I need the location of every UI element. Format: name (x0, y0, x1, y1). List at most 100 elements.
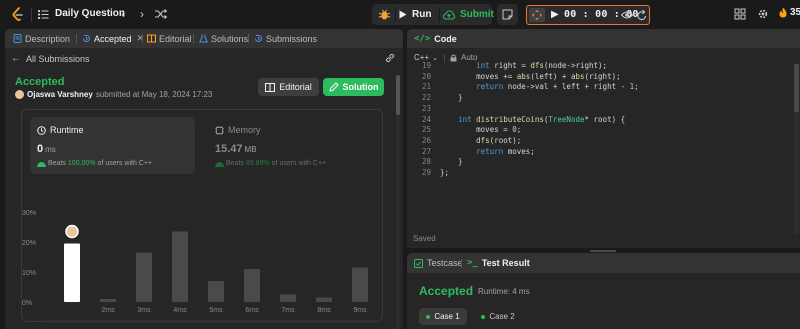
chart-bar[interactable] (316, 297, 332, 303)
run-label: Run (412, 9, 432, 20)
cloud-upload-icon (443, 9, 455, 19)
debug-icon[interactable] (378, 8, 391, 21)
performance-stats: Runtime 0 ms Beats 100.00% of users with … (21, 109, 384, 323)
scrollbar-thumb[interactable] (396, 75, 400, 115)
runtime-distribution-chart[interactable]: 0% 10% 20% 30% 2ms 3ms 4ms 5ms 6ms 7ms 8ms 9ms (22, 110, 384, 323)
testcase-label: Testcase (427, 258, 463, 268)
terminal-icon: >_ (467, 258, 478, 268)
run-button[interactable]: Run (399, 4, 431, 25)
result-status: Accepted (419, 284, 474, 298)
chart-bar[interactable] (136, 252, 152, 303)
chart-bar[interactable] (208, 281, 224, 302)
line-number: 25 (421, 125, 431, 135)
y-tick-label: 10% (22, 270, 36, 277)
solution-button[interactable]: Solution (323, 78, 384, 96)
code-line[interactable]: 27 return moves; (407, 147, 787, 158)
link-icon[interactable] (385, 53, 395, 63)
line-number: 28 (421, 157, 431, 167)
code-line[interactable]: 23 (407, 104, 787, 115)
editor-scrollbar[interactable] (794, 64, 799, 234)
editorial-label: Editorial (279, 82, 312, 92)
tab-editorial[interactable]: Editorial (147, 29, 192, 48)
tab-description[interactable]: Description (13, 29, 70, 48)
username[interactable]: Ojaswa Varshney (27, 90, 93, 99)
chart-bar[interactable] (280, 294, 296, 303)
layout-grid-icon[interactable] (734, 8, 746, 20)
submission-panel: Description Accepted ✕ Editorial Solutio… (5, 29, 403, 329)
chart-bar[interactable] (64, 243, 80, 303)
eye-icon[interactable] (621, 10, 633, 20)
divider (439, 7, 440, 22)
case-2-button[interactable]: Case 2 (474, 308, 522, 325)
tab-testcase[interactable]: Testcase (414, 253, 463, 273)
code-line[interactable]: 29}; (407, 168, 787, 179)
x-tick-label: 3ms (137, 307, 151, 314)
tab-submissions[interactable]: Submissions (254, 29, 317, 48)
code-line[interactable]: 22 } (407, 93, 787, 104)
scrollbar-thumb[interactable] (794, 64, 799, 112)
code-tab-bar: </> Code (407, 29, 800, 48)
tab-label: Editorial (159, 33, 192, 44)
resize-handle[interactable] (590, 250, 616, 252)
leetcode-logo-icon[interactable] (11, 7, 25, 22)
code-line[interactable]: 25 moves = 0; (407, 125, 787, 136)
pass-dot-icon (426, 314, 431, 319)
code-line[interactable]: 21 return node->val + left + right - 1; (407, 82, 787, 93)
submitter-info: Ojaswa Varshney submitted at May 18, 202… (15, 90, 212, 99)
streak-counter[interactable]: 35 (779, 7, 800, 18)
back-to-submissions[interactable]: ← All Submissions (11, 53, 90, 64)
play-icon (399, 10, 407, 19)
avatar[interactable] (15, 90, 24, 99)
y-tick-label: 30% (22, 210, 36, 217)
save-status: Saved (413, 234, 436, 243)
edit-icon (328, 82, 339, 92)
tab-accepted[interactable]: Accepted ✕ (82, 29, 144, 48)
test-result-label: Test Result (481, 258, 530, 268)
range-selector (46, 320, 378, 323)
code-line[interactable]: 20 moves += abs(left) + abs(right); (407, 72, 787, 83)
tab-test-result[interactable]: >_ Test Result (467, 253, 530, 273)
code-line[interactable]: 26 dfs(root); (407, 136, 787, 147)
next-question-icon[interactable]: › (136, 8, 148, 20)
chart-bar[interactable] (172, 231, 188, 303)
fire-icon (779, 7, 787, 18)
tab-label: Solutions (211, 33, 249, 44)
line-number: 23 (421, 103, 431, 113)
timer-play-icon[interactable]: ▶ (551, 9, 561, 21)
code-line[interactable]: 19 int right = dfs(node->right); (407, 61, 787, 72)
case-label: Case 2 (489, 312, 515, 321)
x-tick-label: 6ms (245, 307, 259, 314)
code-line[interactable]: 24 int distributeCoins(TreeNode* root) { (407, 115, 787, 126)
page-title[interactable]: Daily Question (55, 8, 125, 19)
chart-bar[interactable] (100, 299, 116, 302)
case-1-button[interactable]: Case 1 (419, 308, 467, 325)
shuffle-icon[interactable] (155, 9, 167, 19)
gear-icon[interactable] (757, 8, 769, 20)
reset-icon[interactable] (637, 9, 647, 21)
tab-solutions[interactable]: Solutions (199, 29, 248, 48)
chart-bar[interactable] (244, 269, 260, 302)
line-number: 24 (421, 114, 431, 124)
tab-code[interactable]: </> Code (414, 29, 457, 48)
divider (142, 34, 143, 43)
test-result-panel: Testcase >_ Test Result Accepted Runtime… (407, 253, 800, 329)
solution-label: Solution (342, 82, 379, 92)
notes-button[interactable] (497, 4, 518, 25)
case-label: Case 1 (434, 312, 460, 321)
code-area[interactable]: 19 int right = dfs(node->right); 20 moves… (407, 61, 800, 224)
chart-bar[interactable] (352, 267, 368, 303)
result-tab-bar: Testcase >_ Test Result (407, 253, 800, 273)
line-code: return moves; (476, 146, 535, 156)
editorial-button[interactable]: Editorial (258, 78, 319, 96)
x-tick-label: 7ms (281, 307, 295, 314)
problem-list-icon[interactable] (38, 9, 49, 20)
code-line[interactable]: 28 } (407, 157, 787, 168)
scrollbar[interactable] (396, 75, 400, 329)
prev-question-icon[interactable]: ‹ (117, 8, 129, 20)
back-label: All Submissions (26, 53, 90, 64)
line-code: int right = dfs(node->right); (476, 61, 608, 70)
streak-count: 35 (790, 7, 800, 18)
submit-button[interactable]: Submit (443, 4, 494, 25)
timer-collapse-button[interactable] (529, 8, 545, 22)
description-icon (13, 34, 22, 43)
